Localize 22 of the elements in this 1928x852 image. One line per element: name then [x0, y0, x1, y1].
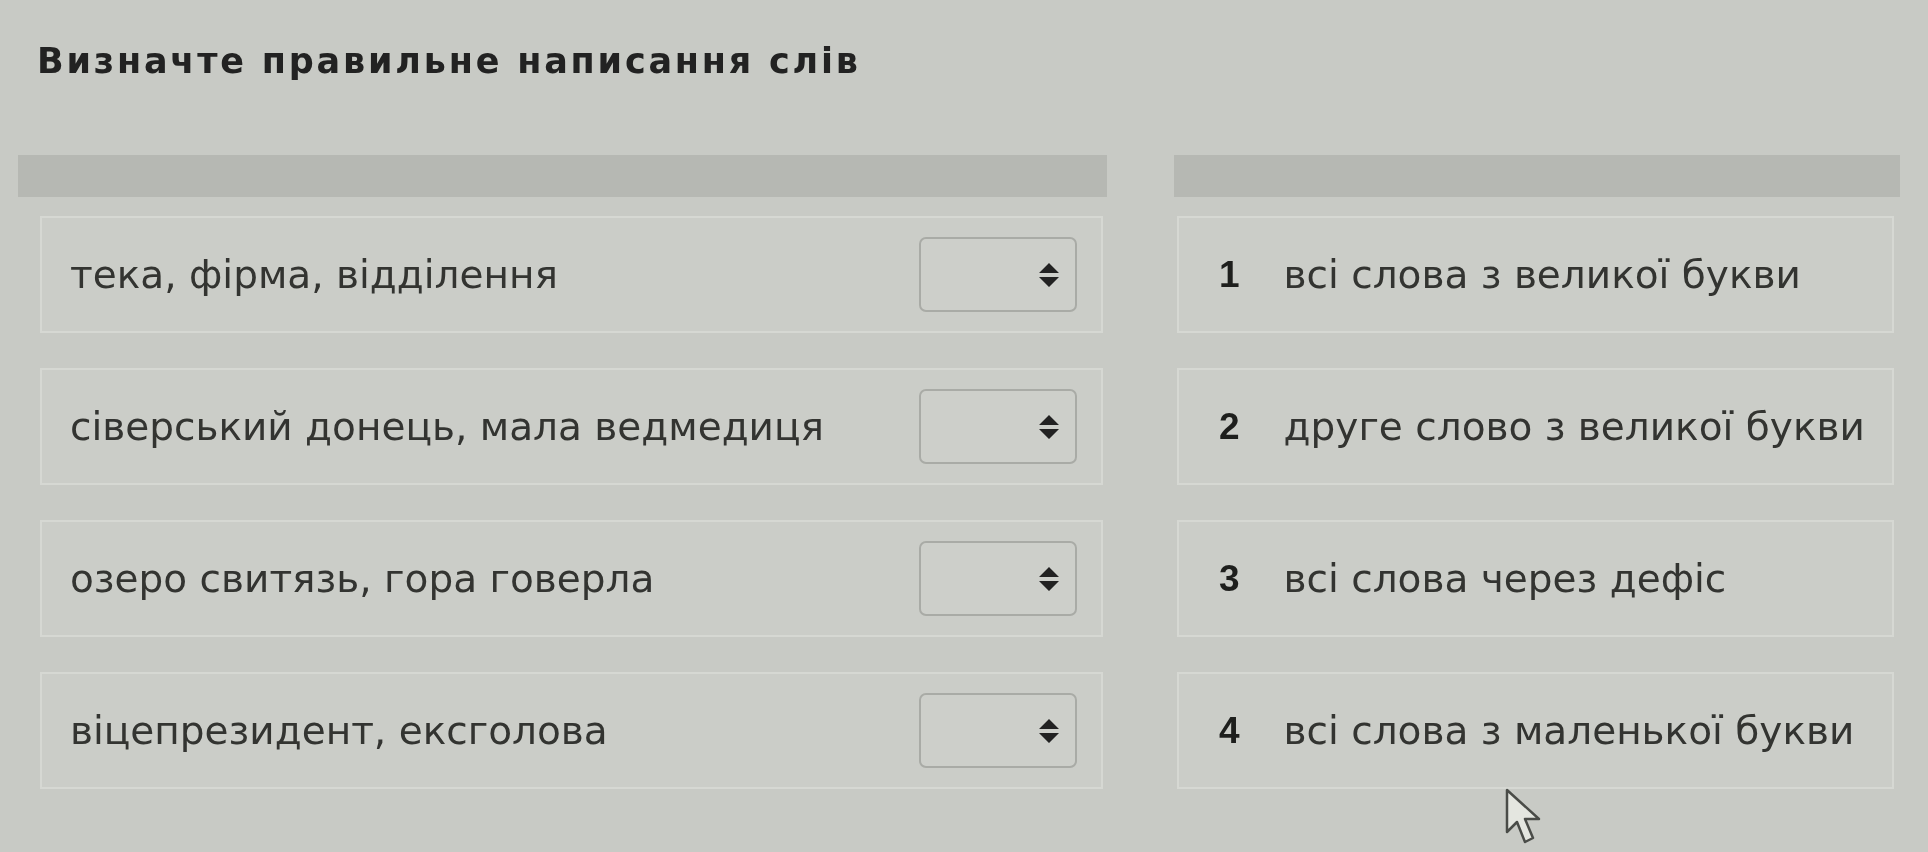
word-pair-text: озеро свитязь, гора говерла	[70, 555, 655, 602]
up-down-arrows-icon	[1039, 414, 1059, 439]
answer-select[interactable]	[919, 693, 1077, 768]
option-text: всі слова з великої букви	[1283, 251, 1801, 298]
up-down-arrows-icon	[1039, 718, 1059, 743]
option-number: 3	[1219, 556, 1240, 601]
option-number: 1	[1219, 252, 1240, 297]
option-text: друге слово з великої букви	[1283, 403, 1865, 450]
mouse-pointer-icon	[1505, 788, 1541, 844]
task-title: Визначте правильне написання слів	[37, 40, 861, 82]
option-text: всі слова через дефіс	[1283, 555, 1727, 602]
word-pair-text: тека, фірма, відділення	[70, 251, 558, 298]
answer-select[interactable]	[919, 541, 1077, 616]
answer-select[interactable]	[919, 237, 1077, 312]
option-number: 2	[1219, 404, 1240, 449]
answer-select[interactable]	[919, 389, 1077, 464]
option-text: всі слова з маленької букви	[1283, 707, 1855, 754]
word-pair-text: сіверський донець, мала ведмедиця	[70, 403, 824, 450]
option-number: 4	[1219, 708, 1240, 753]
word-pair-text: віцепрезидент, ексголова	[70, 707, 608, 754]
up-down-arrows-icon	[1039, 262, 1059, 287]
up-down-arrows-icon	[1039, 566, 1059, 591]
